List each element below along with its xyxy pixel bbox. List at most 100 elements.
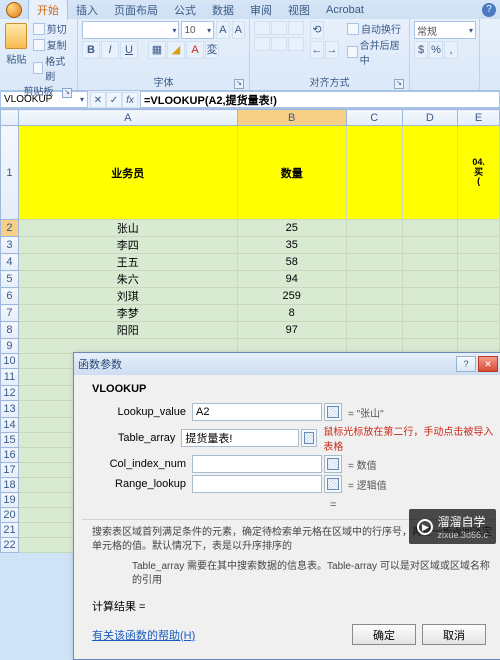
cancel-formula-button[interactable]: ✕ xyxy=(90,92,106,108)
fill-color-button[interactable]: ◢ xyxy=(167,41,185,59)
row-header[interactable]: 4 xyxy=(1,254,19,271)
row-header[interactable]: 18 xyxy=(1,478,19,493)
paste-button[interactable]: 粘贴 xyxy=(4,21,29,83)
cell[interactable]: 35 xyxy=(237,237,346,254)
row-header[interactable]: 12 xyxy=(1,386,19,401)
row-header[interactable]: 22 xyxy=(1,538,19,553)
row-header[interactable]: 9 xyxy=(1,339,19,354)
cell[interactable]: 业务员 xyxy=(18,126,237,220)
cell[interactable] xyxy=(458,271,500,288)
row-header[interactable]: 2 xyxy=(1,220,19,237)
row-header[interactable]: 21 xyxy=(1,523,19,538)
cell[interactable]: 58 xyxy=(237,254,346,271)
cell[interactable] xyxy=(346,271,402,288)
cell[interactable]: 25 xyxy=(237,220,346,237)
cell[interactable] xyxy=(458,322,500,339)
fx-button[interactable]: fx xyxy=(122,92,138,108)
arg-table-array-refbtn[interactable] xyxy=(301,429,317,447)
currency-button[interactable]: $ xyxy=(414,41,428,59)
row-header[interactable]: 19 xyxy=(1,493,19,508)
arg-table-array-input[interactable]: 提货量表! xyxy=(181,429,299,447)
cell[interactable] xyxy=(346,220,402,237)
dec-indent[interactable]: ← xyxy=(310,41,324,59)
cell[interactable] xyxy=(346,288,402,305)
clipboard-launcher[interactable]: ↘ xyxy=(62,88,72,98)
cell[interactable]: 04.买( xyxy=(458,126,500,220)
dialog-close-button[interactable]: ✕ xyxy=(478,356,498,372)
dialog-cancel-button[interactable]: 取消 xyxy=(422,624,486,645)
cell[interactable]: 朱六 xyxy=(18,271,237,288)
border-button[interactable]: ▦ xyxy=(148,41,166,59)
row-header[interactable]: 15 xyxy=(1,433,19,448)
enter-formula-button[interactable]: ✓ xyxy=(106,92,122,108)
cell[interactable] xyxy=(458,220,500,237)
tab-view[interactable]: 视图 xyxy=(280,0,318,20)
cell[interactable]: 数量 xyxy=(237,126,346,220)
italic-button[interactable]: I xyxy=(101,41,119,59)
cell[interactable]: 97 xyxy=(237,322,346,339)
row-header[interactable]: 17 xyxy=(1,463,19,478)
col-header-D[interactable]: D xyxy=(402,110,458,126)
row-header[interactable]: 8 xyxy=(1,322,19,339)
row-header[interactable]: 11 xyxy=(1,369,19,386)
row-header[interactable]: 10 xyxy=(1,354,19,369)
cell[interactable] xyxy=(346,305,402,322)
cell[interactable] xyxy=(346,322,402,339)
cell[interactable] xyxy=(458,254,500,271)
row-header[interactable]: 6 xyxy=(1,288,19,305)
align-top[interactable] xyxy=(254,21,270,35)
cell[interactable] xyxy=(402,220,458,237)
align-left[interactable] xyxy=(254,37,270,51)
cell[interactable]: 李梦 xyxy=(18,305,237,322)
cell[interactable]: 259 xyxy=(237,288,346,305)
percent-button[interactable]: % xyxy=(429,41,443,59)
cell[interactable] xyxy=(402,322,458,339)
align-right[interactable] xyxy=(288,37,304,51)
cell[interactable] xyxy=(458,237,500,254)
dialog-help-link[interactable]: 有关该函数的帮助(H) xyxy=(82,627,195,643)
merge-center-button[interactable]: 合并后居中 xyxy=(345,37,405,67)
align-middle[interactable] xyxy=(271,21,287,35)
cell[interactable]: 张山 xyxy=(18,220,237,237)
cell[interactable] xyxy=(346,237,402,254)
dialog-ok-button[interactable]: 确定 xyxy=(352,624,416,645)
inc-indent[interactable]: → xyxy=(325,41,339,59)
row-header[interactable]: 16 xyxy=(1,448,19,463)
tab-acrobat[interactable]: Acrobat xyxy=(318,2,372,18)
format-painter-button[interactable]: 格式刷 xyxy=(31,53,73,83)
row-header[interactable]: 5 xyxy=(1,271,19,288)
tab-data[interactable]: 数据 xyxy=(204,0,242,20)
tab-home[interactable]: 开始 xyxy=(28,0,68,20)
cell[interactable] xyxy=(402,271,458,288)
bold-button[interactable]: B xyxy=(82,41,100,59)
row-header[interactable]: 20 xyxy=(1,508,19,523)
copy-button[interactable]: 复制 xyxy=(31,37,73,52)
cell[interactable]: 8 xyxy=(237,305,346,322)
orientation-button[interactable]: ⟲ xyxy=(310,21,324,39)
cell[interactable] xyxy=(402,288,458,305)
help-icon[interactable]: ? xyxy=(482,3,496,17)
col-header-C[interactable]: C xyxy=(346,110,402,126)
cell[interactable] xyxy=(458,305,500,322)
dialog-titlebar[interactable]: 函数参数 ? ✕ xyxy=(74,353,500,375)
cell[interactable] xyxy=(402,126,458,220)
cell[interactable] xyxy=(402,305,458,322)
cell[interactable]: 94 xyxy=(237,271,346,288)
col-header-E[interactable]: E xyxy=(458,110,500,126)
row-header[interactable]: 7 xyxy=(1,305,19,322)
cell[interactable]: 阳阳 xyxy=(18,322,237,339)
office-button[interactable] xyxy=(6,2,22,18)
cell[interactable] xyxy=(402,237,458,254)
font-name-combo[interactable]: ▾ xyxy=(82,21,179,39)
cell[interactable] xyxy=(346,254,402,271)
align-bottom[interactable] xyxy=(288,21,304,35)
arg-lookup-value-input[interactable]: A2 xyxy=(192,403,322,421)
wrap-text-button[interactable]: 自动换行 xyxy=(345,21,405,36)
font-size-combo[interactable]: 10▾ xyxy=(181,21,214,39)
cell[interactable] xyxy=(346,126,402,220)
arg-range-lookup-input[interactable] xyxy=(192,475,322,493)
row-header[interactable]: 1 xyxy=(1,126,19,220)
tab-pagelayout[interactable]: 页面布局 xyxy=(106,0,166,20)
col-header-A[interactable]: A xyxy=(18,110,237,126)
number-format-combo[interactable]: 常规▾ xyxy=(414,21,476,39)
